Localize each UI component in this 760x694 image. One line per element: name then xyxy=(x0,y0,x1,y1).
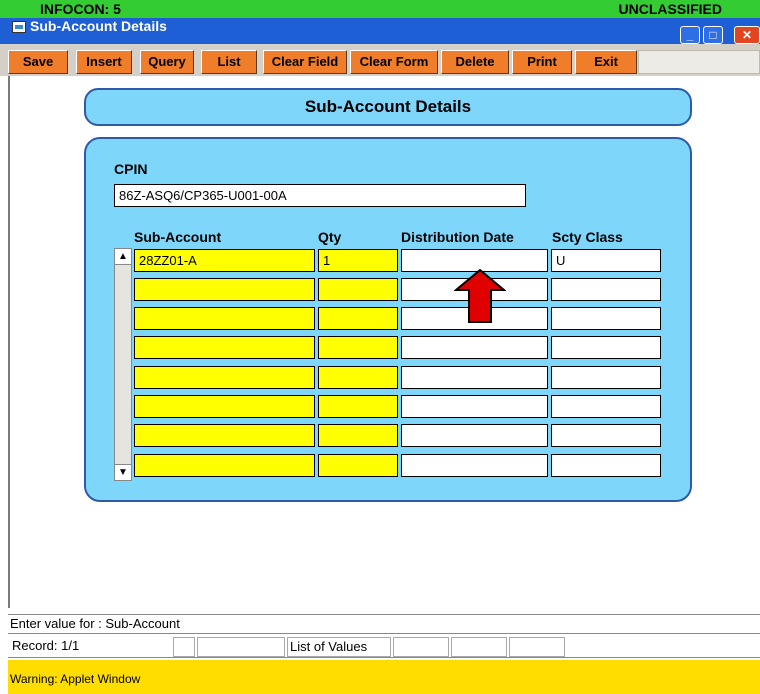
sub-account-field[interactable] xyxy=(134,395,315,418)
scroll-up-arrow-icon[interactable]: ▲ xyxy=(115,249,131,265)
sub-account-field[interactable] xyxy=(134,454,315,477)
qty-field[interactable] xyxy=(318,424,398,447)
scty-class-header: Scty Class xyxy=(552,229,623,245)
query-button[interactable]: Query xyxy=(140,50,194,74)
scty-class-field[interactable]: U xyxy=(551,249,661,272)
scroll-down-arrow-icon[interactable]: ▼ xyxy=(115,464,131,480)
scty-class-field[interactable] xyxy=(551,395,661,418)
exit-button[interactable]: Exit xyxy=(575,50,637,74)
list-of-values-indicator: List of Values xyxy=(287,637,391,657)
classification-label: UNCLASSIFIED xyxy=(618,1,722,17)
qty-field[interactable] xyxy=(318,278,398,301)
distribution-date-field[interactable] xyxy=(401,424,548,447)
status-cell xyxy=(173,637,195,657)
maximize-icon[interactable]: □ xyxy=(703,26,723,44)
qty-field[interactable] xyxy=(318,454,398,477)
qty-field[interactable] xyxy=(318,395,398,418)
sub-account-field[interactable] xyxy=(134,307,315,330)
status-cell xyxy=(197,637,285,657)
status-cell xyxy=(509,637,565,657)
status-hint: Enter value for : Sub-Account xyxy=(8,614,760,634)
form-header: Sub-Account Details xyxy=(84,88,692,126)
qty-field[interactable]: 1 xyxy=(318,249,398,272)
red-up-arrow-icon xyxy=(454,268,506,323)
distribution-date-field[interactable] xyxy=(401,336,548,359)
sub-account-field[interactable] xyxy=(134,366,315,389)
infocon-banner: INFOCON: 5 UNCLASSIFIED xyxy=(0,0,760,18)
cpin-field[interactable]: 86Z-ASQ6/CP365-U001-00A xyxy=(114,184,526,207)
scty-class-field[interactable] xyxy=(551,307,661,330)
qty-header: Qty xyxy=(318,229,342,245)
sub-account-field[interactable] xyxy=(134,278,315,301)
record-counter: Record: 1/1 xyxy=(10,637,170,657)
applet-warning-bar: Warning: Applet Window xyxy=(8,660,760,694)
clear-field-button[interactable]: Clear Field xyxy=(263,50,347,74)
status-cell xyxy=(451,637,507,657)
cpin-label: CPIN xyxy=(114,161,148,177)
save-button[interactable]: Save xyxy=(8,50,68,74)
applet-window-icon xyxy=(12,21,26,33)
scty-class-field[interactable] xyxy=(551,366,661,389)
distribution-date-field[interactable] xyxy=(401,366,548,389)
close-icon[interactable]: ✕ xyxy=(734,26,760,44)
list-button[interactable]: List xyxy=(201,50,257,74)
qty-field[interactable] xyxy=(318,336,398,359)
status-cell xyxy=(393,637,449,657)
sub-account-field[interactable]: 28ZZ01-A xyxy=(134,249,315,272)
scty-class-field[interactable] xyxy=(551,424,661,447)
qty-field[interactable] xyxy=(318,307,398,330)
sub-account-field[interactable] xyxy=(134,424,315,447)
records-scrollbar[interactable]: ▲ ▼ xyxy=(114,248,132,481)
toolbar-filler xyxy=(638,50,760,74)
title-bar: INFOCON: 5 UNCLASSIFIED Sub-Account Deta… xyxy=(0,0,760,44)
scty-class-field[interactable] xyxy=(551,278,661,301)
qty-field[interactable] xyxy=(318,366,398,389)
distribution-date-field[interactable] xyxy=(401,454,548,477)
sub-account-header: Sub-Account xyxy=(134,229,222,245)
print-button[interactable]: Print xyxy=(512,50,572,74)
insert-button[interactable]: Insert xyxy=(76,50,132,74)
clear-form-button[interactable]: Clear Form xyxy=(350,50,438,74)
window-title: Sub-Account Details xyxy=(30,18,167,34)
scty-class-field[interactable] xyxy=(551,454,661,477)
delete-button[interactable]: Delete xyxy=(441,50,509,74)
distribution-date-header: Distribution Date xyxy=(401,229,514,245)
infocon-label: INFOCON: 5 xyxy=(40,1,121,17)
scty-class-field[interactable] xyxy=(551,336,661,359)
minimize-icon[interactable]: _ xyxy=(680,26,700,44)
distribution-date-field[interactable] xyxy=(401,395,548,418)
sub-account-field[interactable] xyxy=(134,336,315,359)
